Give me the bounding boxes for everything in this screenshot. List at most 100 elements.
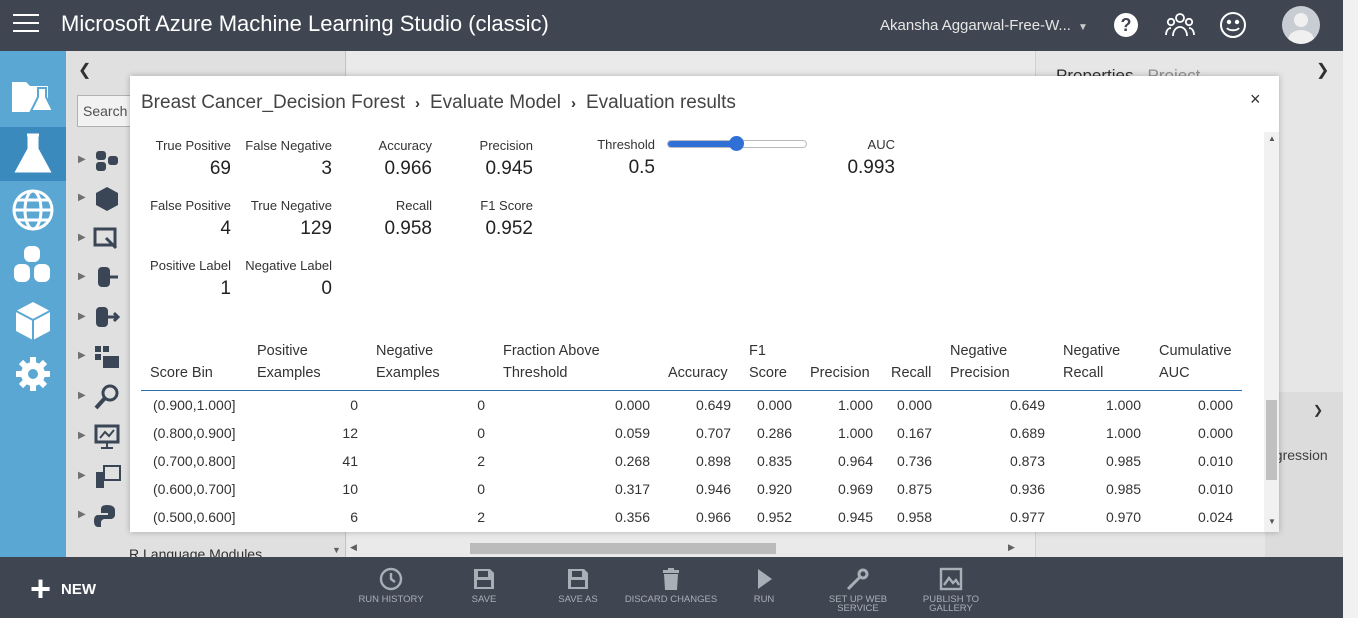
scrollbar-thumb[interactable] [1266, 400, 1277, 480]
table-cell: 0.024 [1197, 508, 1233, 525]
metric-label: True Negative [250, 198, 332, 213]
metric-value: 1 [220, 278, 231, 299]
table-cell: 0.873 [1009, 452, 1045, 469]
score-bin-table: Score Bin Positive Examples Negative Example… [141, 340, 1242, 531]
metric-value: 4 [220, 218, 231, 239]
table-cell: 12 [342, 424, 358, 441]
play-icon [714, 567, 814, 591]
column-header-text: Examples [257, 365, 321, 381]
trained-models-icon[interactable] [0, 294, 66, 348]
column-header-text: Fraction Above [503, 343, 600, 359]
metric-value: 0.5 [628, 157, 655, 178]
page-vertical-scrollbar[interactable] [1343, 0, 1358, 618]
accuracy-metric: Accuracy 0.966 [379, 138, 432, 180]
table-cell: 0.649 [1009, 396, 1045, 413]
table-cell: (0.500,0.600] [153, 508, 236, 525]
run-button[interactable]: RUN [714, 567, 814, 604]
web-service-icon [808, 567, 908, 591]
publish-to-gallery-label: PUBLISH TO GALLERY [922, 594, 980, 614]
save-as-label: SAVE AS [558, 594, 598, 605]
history-icon [341, 567, 441, 591]
table-cell: 0.317 [614, 480, 650, 497]
save-as-button[interactable]: SAVE AS [528, 567, 628, 604]
column-header-text: Recall [891, 365, 932, 381]
table-cell: 0.286 [756, 424, 792, 441]
settings-icon[interactable] [0, 347, 66, 401]
column-header: Negative Precision [941, 340, 1054, 391]
table-cell: 0.966 [695, 508, 731, 525]
column-header: Negative Examples [367, 340, 494, 391]
column-header-text: Score [749, 365, 787, 381]
community-icon[interactable] [1164, 9, 1196, 41]
set-up-web-service-button[interactable]: SET UP WEB SERVICE [808, 567, 908, 613]
negative-label-metric: Negative Label 0 [245, 258, 332, 300]
table-cell: 0.958 [896, 508, 932, 525]
threshold-slider[interactable] [667, 136, 807, 151]
column-header: F1 Score [740, 340, 801, 391]
table-cell: 0.964 [837, 452, 873, 469]
dialog-vertical-scrollbar[interactable]: ▲ ▼ [1264, 132, 1279, 532]
user-avatar-icon[interactable] [1282, 6, 1320, 44]
metric-label: Threshold [597, 137, 655, 152]
discard-changes-button[interactable]: DISCARD CHANGES [621, 567, 721, 604]
table-cell: (0.700,0.800] [153, 452, 236, 469]
table-cell: 0.000 [1197, 424, 1233, 441]
table-cell: 0.952 [756, 508, 792, 525]
threshold-metric: Threshold 0.5 [597, 137, 655, 179]
new-button[interactable]: + NEW [30, 571, 96, 607]
table-cell: 0.689 [1009, 424, 1045, 441]
user-account-name[interactable]: Akansha Aggarwal-Free-W... [880, 17, 1071, 34]
help-icon[interactable]: ? [1110, 9, 1142, 41]
menu-icon[interactable] [13, 14, 39, 34]
run-history-label: RUN HISTORY [358, 594, 424, 605]
metric-value: 0.952 [485, 218, 533, 239]
publish-to-gallery-button[interactable]: PUBLISH TO GALLERY [901, 567, 1001, 613]
top-bar: Microsoft Azure Machine Learning Studio … [0, 0, 1343, 51]
scroll-up-icon[interactable]: ▲ [1268, 134, 1276, 143]
table-cell: 0.736 [896, 452, 932, 469]
breadcrumb: Breast Cancer_Decision Forest › Evaluate M… [141, 92, 736, 114]
column-header-text: Recall [1063, 365, 1104, 381]
table-cell: 0.000 [896, 396, 932, 413]
threshold-slider-fill [668, 141, 737, 147]
metric-label: True Positive [155, 138, 231, 153]
web-services-icon[interactable] [0, 183, 66, 237]
datasets-icon[interactable] [0, 238, 66, 292]
projects-icon[interactable] [0, 69, 66, 123]
table-cell: 0.985 [1105, 480, 1141, 497]
precision-metric: Precision 0.945 [480, 138, 533, 180]
scroll-down-icon[interactable]: ▼ [1268, 517, 1276, 526]
feedback-smiley-icon[interactable] [1217, 9, 1249, 41]
experiments-icon[interactable] [0, 127, 66, 181]
column-header-text: Negative [1063, 343, 1121, 359]
breadcrumb-module[interactable]: Evaluate Model [430, 92, 561, 113]
metric-value: 3 [321, 158, 332, 179]
threshold-slider-handle[interactable] [729, 136, 744, 151]
metric-value: 129 [300, 218, 332, 239]
table-cell: 0.969 [837, 480, 873, 497]
discard-changes-label: DISCARD CHANGES [624, 594, 718, 605]
table-cell: 0.649 [695, 396, 731, 413]
table-row: (0.700,0.800] 41 2 0.268 0.898 0.835 0.964 0.73… [141, 447, 1242, 475]
breadcrumb-experiment[interactable]: Breast Cancer_Decision Forest [141, 92, 405, 113]
run-label: RUN [753, 594, 775, 605]
metric-value: 0.958 [384, 218, 432, 239]
metric-value: 0.945 [485, 158, 533, 179]
trash-icon [621, 567, 721, 591]
table-cell: 1.000 [837, 396, 873, 413]
column-header-text: Precision [810, 365, 870, 381]
close-icon[interactable]: × [1250, 89, 1261, 110]
run-history-button[interactable]: RUN HISTORY [341, 567, 441, 604]
table-row: (0.500,0.600] 6 2 0.356 0.966 0.952 0.945 0.958… [141, 503, 1242, 531]
save-as-icon [528, 567, 628, 591]
table-cell: 0.010 [1197, 452, 1233, 469]
metric-label: AUC [867, 137, 895, 152]
metric-label: False Positive [150, 198, 231, 213]
table-header-row: Score Bin Positive Examples Negative Example… [141, 340, 1242, 391]
metric-value: 0.993 [847, 157, 895, 178]
save-button[interactable]: SAVE [434, 567, 534, 604]
column-header-text: Cumulative [1159, 343, 1232, 359]
metric-value: 69 [209, 158, 231, 179]
chevron-down-icon[interactable]: ▼ [1078, 22, 1088, 33]
column-header: Positive Examples [248, 340, 367, 391]
